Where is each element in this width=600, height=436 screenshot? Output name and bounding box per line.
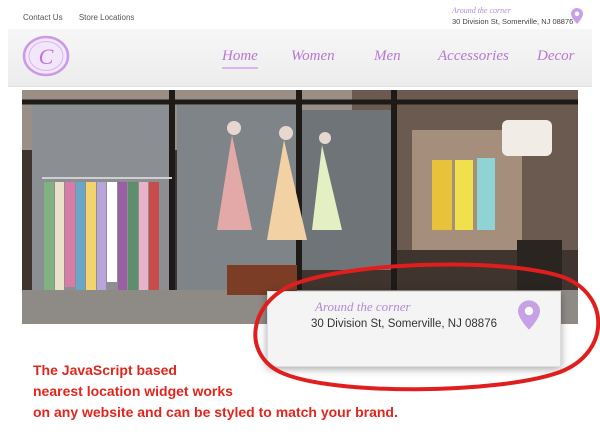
callout-address: 30 Division St, Somerville, NJ 08876 bbox=[311, 318, 497, 330]
main-navbar: C Home Women Men Accessories Decor bbox=[8, 29, 592, 87]
nav-men[interactable]: Men bbox=[374, 48, 401, 65]
top-links: Contact Us Store Locations bbox=[23, 13, 148, 22]
store-locations-link[interactable]: Store Locations bbox=[79, 13, 135, 22]
storefront-illustration bbox=[22, 90, 578, 324]
map-pin-icon bbox=[571, 8, 583, 24]
storefront-photo bbox=[22, 90, 578, 324]
caption-line-1: The JavaScript based bbox=[33, 362, 177, 378]
map-pin-icon bbox=[518, 300, 540, 330]
header-location-widget[interactable]: Around the corner 30 Division St, Somerv… bbox=[452, 6, 592, 26]
promo-caption: The JavaScript based nearest location wi… bbox=[33, 360, 398, 423]
contact-us-link[interactable]: Contact Us bbox=[23, 13, 63, 22]
nav-accessories[interactable]: Accessories bbox=[438, 48, 509, 65]
caption-line-3: on any website and can be styled to matc… bbox=[33, 404, 398, 420]
nav-home[interactable]: Home bbox=[222, 48, 258, 69]
nav-women[interactable]: Women bbox=[291, 48, 335, 65]
location-widget-callout[interactable]: Around the corner 30 Division St, Somerv… bbox=[267, 291, 561, 367]
caption-line-2: nearest location widget works bbox=[33, 383, 233, 399]
nav-decor[interactable]: Decor bbox=[537, 48, 575, 65]
brand-logo[interactable]: C bbox=[22, 35, 70, 77]
logo-letter: C bbox=[39, 44, 54, 69]
callout-tagline: Around the corner bbox=[315, 299, 411, 314]
